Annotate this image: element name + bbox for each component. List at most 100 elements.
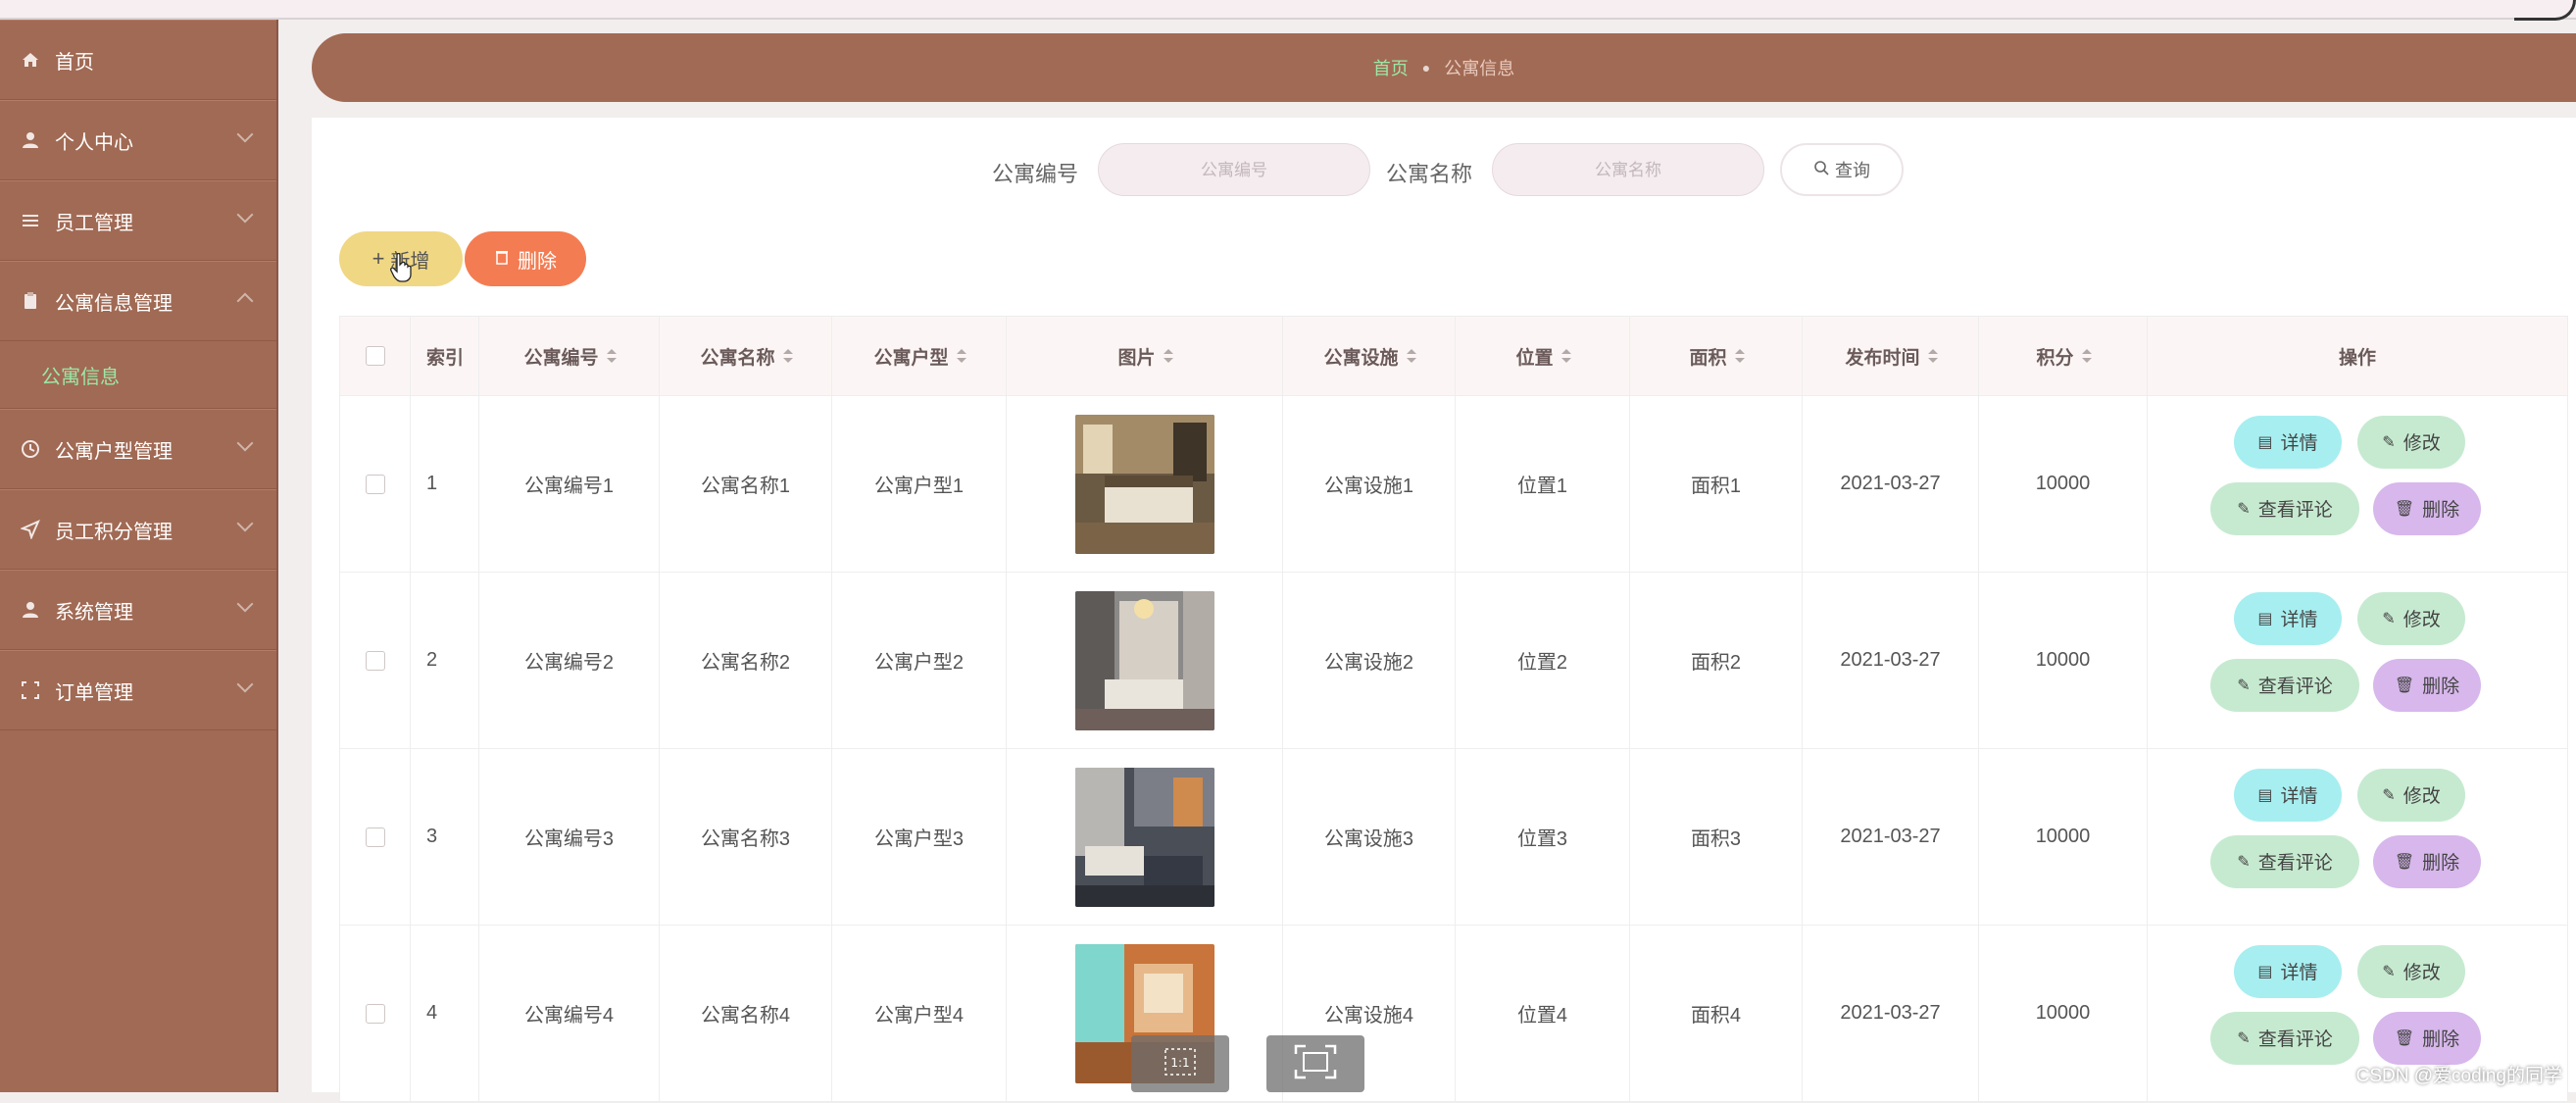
detail-button[interactable]: ▤ 详情 [2234,415,2342,469]
cell-no: 公寓编号1 [479,396,660,572]
viewer-actual-size-button[interactable]: 1:1 [1131,1035,1229,1092]
breadcrumb-current: 公寓信息 [1444,59,1515,78]
breadcrumb: 首页 ● 公寓信息 [312,33,2576,102]
sort-icon[interactable] [2081,349,2092,363]
header-image[interactable]: 图片 [1007,317,1283,395]
search-button-label: 查询 [1835,161,1870,180]
view-comments-button[interactable]: ✎ 查看评论 [2210,658,2359,712]
row-delete-button[interactable]: 🗑 删除 [2373,1011,2481,1065]
cell-type: 公寓户型2 [832,573,1007,748]
breadcrumb-home[interactable]: 首页 [1373,55,1409,80]
view-comments-button[interactable]: ✎ 查看评论 [2210,834,2359,888]
header-score[interactable]: 积分 [1979,317,2148,395]
sidebar-item-staff-points[interactable]: 员工积分管理 [0,489,276,570]
apartment-photo[interactable] [1074,414,1214,554]
cell-score: 10000 [1979,396,2148,572]
detail-button[interactable]: ▤ 详情 [2234,768,2342,822]
table-row: 1 公寓编号1 公寓名称1 公寓户型1 公寓设施1 位置1 面积1 2021-0… [340,396,2567,573]
row-delete-button[interactable]: 🗑 删除 [2373,658,2481,712]
view-comments-button[interactable]: ✎ 查看评论 [2210,1011,2359,1065]
sort-icon[interactable] [1734,349,1745,363]
cell-image [1007,749,1283,925]
window-top-strip [0,0,2576,21]
sort-icon[interactable] [1406,349,1416,363]
header-facility[interactable]: 公寓设施 [1283,317,1456,395]
cell-area: 面积3 [1630,749,1803,925]
viewer-fit-button[interactable] [1266,1035,1364,1092]
select-all-checkbox[interactable] [365,346,385,366]
detail-button[interactable]: ▤ 详情 [2234,591,2342,645]
apartment-photo[interactable] [1074,590,1214,730]
trash-icon: 🗑 [2394,500,2415,518]
sort-icon[interactable] [1560,349,1571,363]
sidebar-subitem-apartment-info[interactable]: 公寓信息 [0,341,276,409]
cell-ops: ▤ 详情 ✎ 修改 ✎ 查看评论 🗑 删除 [2148,573,2567,748]
trash-icon: 🗑 [2394,853,2415,871]
apartment-table: 索引 公寓编号 公寓名称 公寓户型 图片 公寓设施 位置 面积 发布时间 积分 … [339,316,2568,1103]
apartment-photo[interactable] [1074,767,1214,907]
sidebar-item-system[interactable]: 系统管理 [0,570,276,650]
chevron-up-icon [236,292,254,310]
cell-score: 10000 [1979,749,2148,925]
row-actions: ▤ 详情 ✎ 修改 ✎ 查看评论 🗑 删除 [2210,591,2504,729]
sidebar-item-label: 首页 [55,51,94,74]
row-checkbox[interactable] [365,474,385,494]
cell-image [1007,396,1283,572]
edit-button[interactable]: ✎ 修改 [2357,415,2465,469]
header-position[interactable]: 位置 [1456,317,1630,395]
edit-button[interactable]: ✎ 修改 [2357,944,2465,998]
cell-score: 10000 [1979,926,2148,1101]
fit-screen-icon [1294,1044,1337,1084]
sort-icon[interactable] [782,349,793,363]
batch-delete-button[interactable]: 删除 [465,231,586,286]
header-name[interactable]: 公寓名称 [660,317,832,395]
cell-no: 公寓编号2 [479,573,660,748]
detail-label: 详情 [2280,963,2318,983]
sort-icon[interactable] [1163,349,1173,363]
header-label: 公寓户型 [873,347,949,369]
detail-button[interactable]: ▤ 详情 [2234,944,2342,998]
table-row: 3 公寓编号3 公寓名称3 公寓户型3 公寓设施3 位置3 面积3 2021-0… [340,749,2567,926]
sort-icon[interactable] [956,349,966,363]
pencil-icon: ✎ [2237,500,2251,518]
edit-button[interactable]: ✎ 修改 [2357,768,2465,822]
list-icon [20,210,41,231]
row-checkbox[interactable] [365,827,385,847]
sidebar-item-apartment-info[interactable]: 公寓信息管理 [0,261,276,341]
view-comments-button[interactable]: ✎ 查看评论 [2210,481,2359,535]
sidebar-item-apartment-type[interactable]: 公寓户型管理 [0,409,276,489]
detail-label: 详情 [2280,786,2318,807]
edit-label: 修改 [2403,786,2441,807]
cell-time: 2021-03-27 [1803,926,1979,1101]
cell-score: 10000 [1979,573,2148,748]
search-name-input[interactable]: 公寓名称 [1492,143,1764,196]
row-checkbox[interactable] [365,1003,385,1024]
sidebar-item-orders[interactable]: 订单管理 [0,650,276,730]
search-button[interactable]: 查询 [1780,143,1904,196]
search-bar: 公寓编号 公寓编号 公寓名称 公寓名称 查询 [0,143,2576,198]
header-no[interactable]: 公寓编号 [479,317,660,395]
delete-button-label: 删除 [518,250,557,273]
row-delete-button[interactable]: 🗑 删除 [2373,834,2481,888]
sort-icon[interactable] [1927,349,1938,363]
cell-area: 面积4 [1630,926,1803,1101]
sort-icon[interactable] [606,349,617,363]
header-type[interactable]: 公寓户型 [832,317,1007,395]
row-delete-button[interactable]: 🗑 删除 [2373,481,2481,535]
chevron-down-icon [236,125,254,143]
sidebar-item-home[interactable]: 首页 [0,20,276,100]
window-corner [2514,0,2576,21]
edit-button[interactable]: ✎ 修改 [2357,591,2465,645]
row-checkbox[interactable] [365,650,385,671]
document-icon: ▤ [2257,610,2273,627]
search-no-label: 公寓编号 [992,162,1079,186]
pencil-icon: ✎ [2382,963,2396,980]
header-area[interactable]: 面积 [1630,317,1803,395]
scan-icon [20,679,41,701]
edit-label: 修改 [2403,610,2441,630]
table-row: 4 公寓编号4 公寓名称4 公寓户型4 公寓设施4 位置4 面积4 2021-0… [340,926,2567,1102]
cell-ops: ▤ 详情 ✎ 修改 ✎ 查看评论 🗑 删除 [2148,396,2567,572]
search-no-input[interactable]: 公寓编号 [1098,143,1370,196]
header-time[interactable]: 发布时间 [1803,317,1979,395]
actual-size-icon: 1:1 [1164,1047,1197,1081]
